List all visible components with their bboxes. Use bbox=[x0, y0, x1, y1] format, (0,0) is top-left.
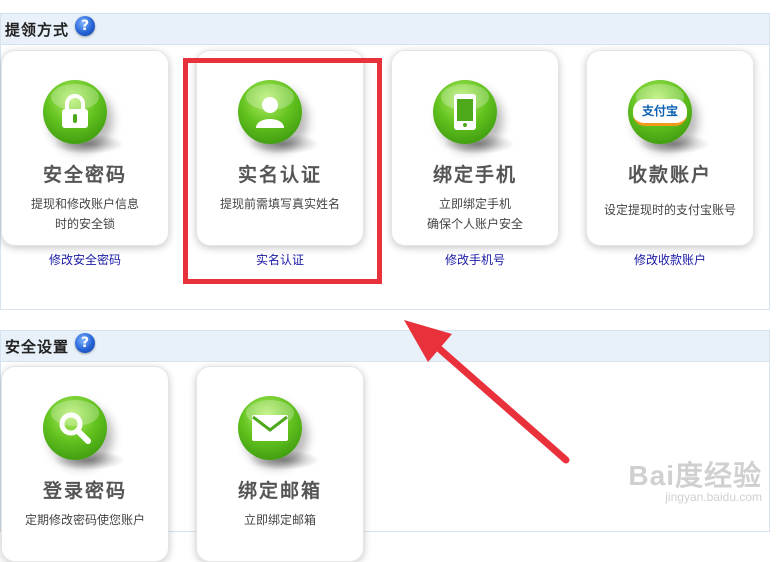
card-desc-line: 时的安全锁 bbox=[54, 217, 115, 231]
card-receiving-account: 支付宝 收款账户 设定提现时的支付宝账号 bbox=[586, 50, 754, 246]
alipay-logo: 支付宝 bbox=[628, 80, 692, 144]
card-security-password: 安全密码 提现和修改账户信息 时的安全锁 bbox=[1, 50, 169, 246]
card-description: 定期修改密码使您账户 bbox=[9, 510, 161, 530]
card-bind-phone: 绑定手机 立即绑定手机 确保个人账户安全 bbox=[391, 50, 559, 246]
section-title: 提领方式 bbox=[5, 20, 70, 39]
card-description: 设定提现时的支付宝账号 bbox=[594, 200, 746, 220]
highlight-box bbox=[183, 58, 382, 284]
modify-phone-link[interactable]: 修改手机号 bbox=[391, 251, 559, 268]
card-description: 提现和修改账户信息 时的安全锁 bbox=[9, 194, 161, 234]
card-description: 立即绑定手机 确保个人账户安全 bbox=[399, 194, 551, 234]
section-header: 提领方式 ? bbox=[1, 14, 769, 45]
watermark-brand: Bai度经验 bbox=[628, 460, 762, 491]
lock-icon bbox=[43, 80, 107, 144]
baidu-watermark: Bai度经验 jingyan.baidu.com bbox=[628, 454, 762, 504]
help-icon[interactable]: ? bbox=[75, 333, 96, 353]
card-desc-line: 设定提现时的支付宝账号 bbox=[603, 203, 736, 217]
card-title: 收款账户 bbox=[627, 164, 712, 186]
card-title: 登录密码 bbox=[42, 480, 127, 502]
magnifier-icon bbox=[43, 396, 107, 460]
alipay-logo-text: 支付宝 bbox=[633, 98, 687, 126]
help-icon[interactable]: ? bbox=[75, 16, 96, 36]
card-desc-line: 提现和修改账户信息 bbox=[30, 197, 139, 211]
modify-security-password-link[interactable]: 修改安全密码 bbox=[1, 251, 169, 268]
card-desc-line: 立即绑定邮箱 bbox=[243, 513, 316, 527]
card-title: 绑定手机 bbox=[432, 164, 517, 186]
phone-icon bbox=[433, 80, 497, 144]
card-desc-line: 立即绑定手机 bbox=[438, 197, 511, 211]
card-description: 立即绑定邮箱 bbox=[204, 510, 356, 530]
card-bind-email: 绑定邮箱 立即绑定邮箱 bbox=[196, 366, 364, 562]
card-desc-line: 确保个人账户安全 bbox=[426, 217, 523, 231]
envelope-icon bbox=[238, 396, 302, 460]
card-login-password: 登录密码 定期修改密码使您账户 bbox=[1, 366, 169, 562]
card-desc-line: 定期修改密码使您账户 bbox=[24, 513, 145, 527]
card-title: 安全密码 bbox=[42, 164, 127, 186]
section-header: 安全设置 ? bbox=[1, 331, 769, 362]
modify-receiving-account-link[interactable]: 修改收款账户 bbox=[586, 251, 754, 268]
card-title: 绑定邮箱 bbox=[237, 480, 322, 502]
section-title: 安全设置 bbox=[5, 337, 70, 356]
